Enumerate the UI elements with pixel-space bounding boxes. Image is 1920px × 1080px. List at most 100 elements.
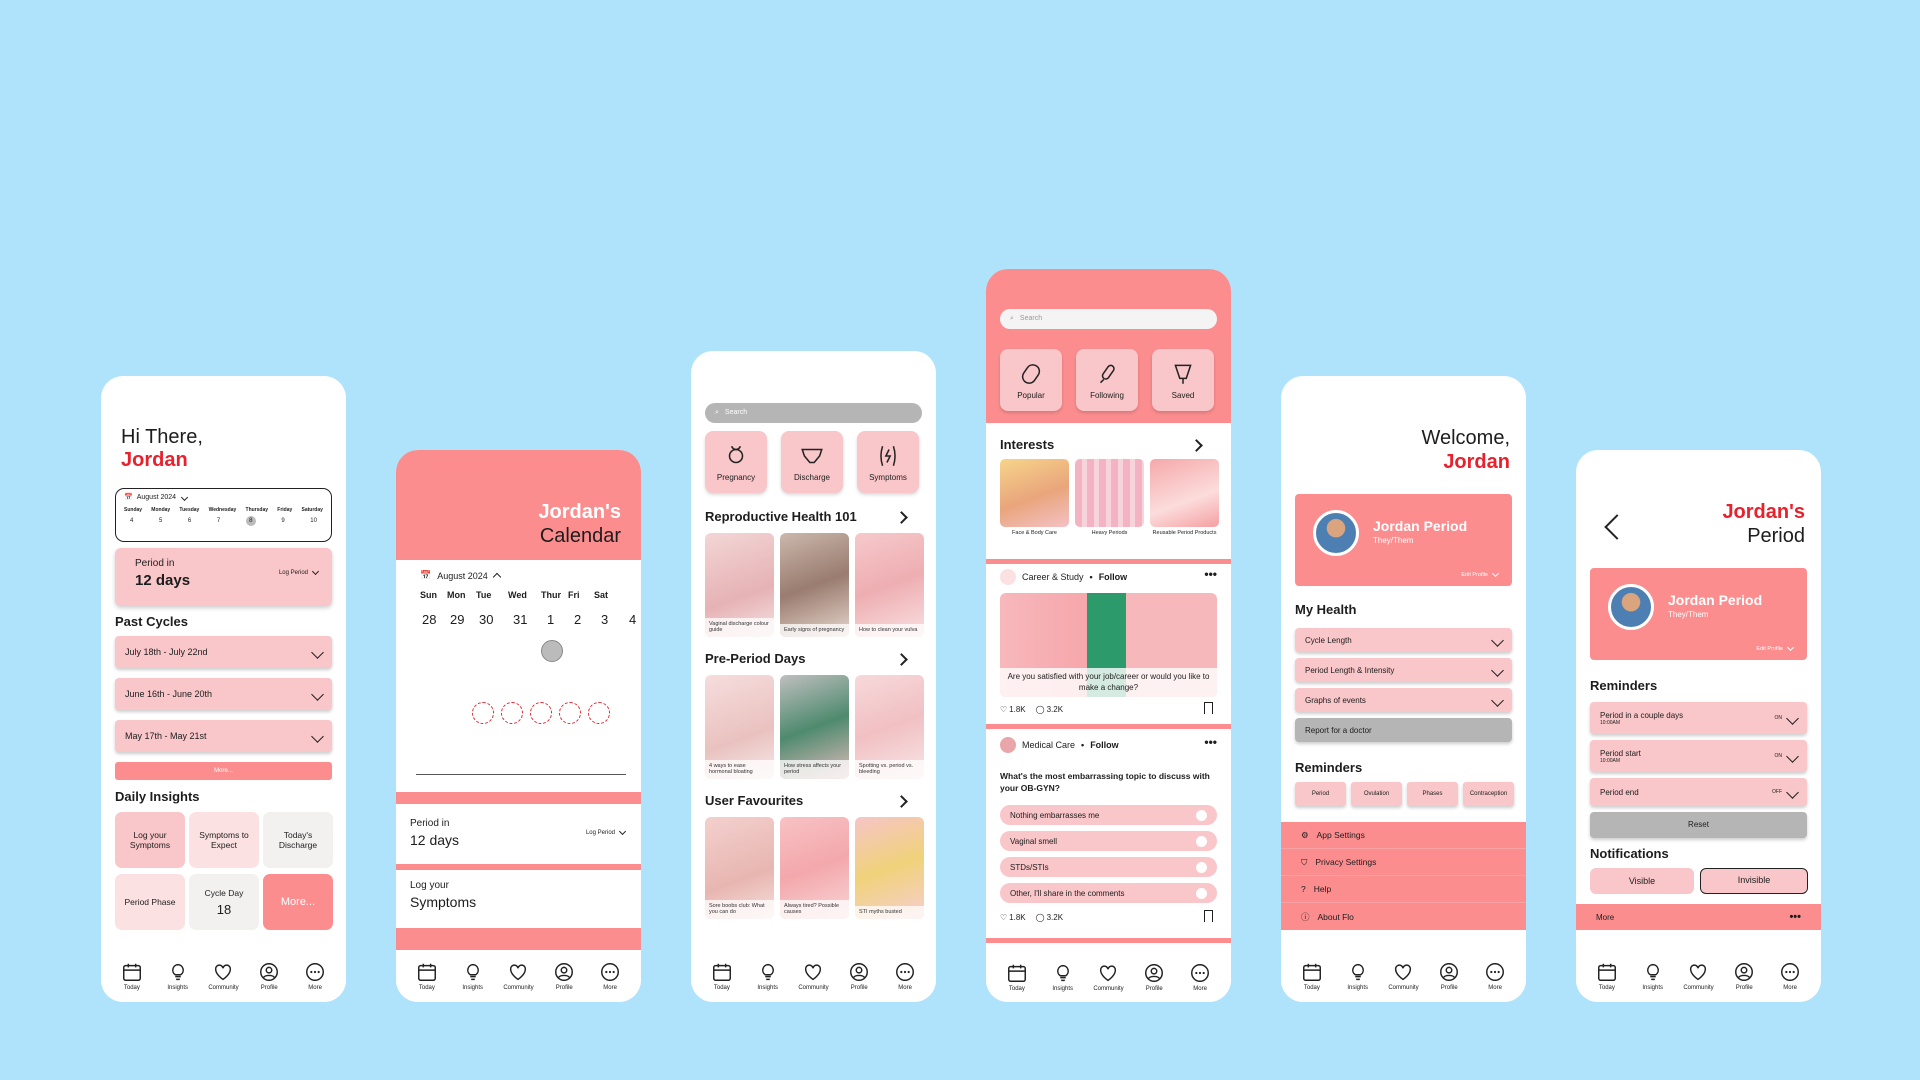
health-row[interactable]: Cycle Length [1295, 628, 1512, 652]
chevron-right-icon[interactable] [895, 653, 908, 666]
tab-more[interactable]: More [1770, 961, 1810, 991]
week-date[interactable]: 7 [217, 518, 220, 524]
category-discharge[interactable]: Discharge [781, 431, 843, 493]
radio-button[interactable] [1196, 835, 1207, 847]
tab-today[interactable]: Today [997, 962, 1037, 992]
interest-card[interactable]: Heavy Periods [1075, 459, 1144, 536]
week-date[interactable]: 9 [281, 518, 284, 524]
invisible-button[interactable]: Invisible [1700, 868, 1808, 894]
log-symptoms-button[interactable]: Log your Symptoms [410, 880, 476, 910]
tab-profile[interactable]: Profile [839, 961, 879, 991]
poll-option[interactable]: Other, I'll share in the comments [1000, 883, 1217, 903]
period-day-circle[interactable] [501, 702, 523, 724]
week-date[interactable]: 6 [188, 518, 191, 524]
tab-profile[interactable]: Profile [1134, 962, 1174, 992]
tab-today[interactable]: Today [1587, 961, 1627, 991]
profile-card[interactable]: Jordan Period They/Them Edit Profile [1295, 494, 1512, 586]
reminder-row[interactable]: Period end OFF [1590, 778, 1807, 806]
month-selector[interactable]: 📅 August 2024 [420, 570, 502, 582]
follow-button[interactable]: Follow [1090, 740, 1119, 750]
poll-option[interactable]: Nothing embarrasses me [1000, 805, 1217, 825]
post-card[interactable]: Are you satisfied with your job/career o… [1000, 593, 1217, 697]
menu-help[interactable]: ? Help [1281, 876, 1526, 903]
bookmark-icon[interactable] [1204, 702, 1213, 714]
interest-card[interactable]: Face & Body Care [1000, 459, 1069, 536]
tab-popular[interactable]: Popular [1000, 349, 1062, 411]
like-button[interactable]: ♡ 1.8K [1000, 913, 1026, 922]
post-group[interactable]: Medical Care [1022, 740, 1075, 750]
date-cell[interactable]: 29 [450, 612, 479, 627]
toggle-state[interactable]: ON [1775, 753, 1783, 759]
cycle-row[interactable]: July 18th - July 22nd [115, 636, 332, 668]
tab-community[interactable]: Community [498, 961, 538, 991]
search-input[interactable]: ⌕ Search [705, 403, 922, 423]
tab-insights[interactable]: Insights [748, 961, 788, 991]
comment-button[interactable]: ◯ 3.2K [1036, 913, 1063, 922]
tab-profile[interactable]: Profile [1429, 961, 1469, 991]
poll-option[interactable]: Vaginal smell [1000, 831, 1217, 851]
profile-card[interactable]: Jordan Period They/Them Edit Profile [1590, 568, 1807, 660]
interest-card[interactable]: Reusable Period Products [1150, 459, 1219, 536]
reminder-row[interactable]: Period in a couple days 10:00AM ON [1590, 702, 1807, 734]
article-card[interactable]: 4 ways to ease hormonal bloating [705, 675, 774, 779]
tab-community[interactable]: Community [1383, 961, 1423, 991]
tab-insights[interactable]: Insights [1043, 962, 1083, 992]
edit-profile-button[interactable]: Edit Profile [1756, 643, 1795, 652]
reminder-chip[interactable]: Contraception [1463, 782, 1514, 806]
more-cycles-button[interactable]: More... [115, 762, 332, 780]
reset-button[interactable]: Reset [1590, 812, 1807, 838]
more-options-icon[interactable]: ••• [1204, 735, 1217, 749]
article-card[interactable]: Vaginal discharge colour guide [705, 533, 774, 637]
tab-saved[interactable]: Saved [1152, 349, 1214, 411]
article-card[interactable]: Early signs of pregnancy [780, 533, 849, 637]
tab-today[interactable]: Today [1292, 961, 1332, 991]
tab-profile[interactable]: Profile [1724, 961, 1764, 991]
comment-button[interactable]: ◯ 3.2K [1036, 705, 1063, 714]
range-slider[interactable] [416, 774, 626, 775]
week-date-today[interactable]: 8 [245, 516, 256, 526]
edit-profile-button[interactable]: Edit Profile [1461, 569, 1500, 578]
tab-community[interactable]: Community [793, 961, 833, 991]
tab-insights[interactable]: Insights [453, 961, 493, 991]
insight-tile-symptoms-expect[interactable]: Symptoms to Expect [189, 812, 259, 868]
chevron-down-icon[interactable] [180, 493, 189, 501]
date-cell[interactable]: 4 [629, 612, 641, 627]
week-date[interactable]: 5 [159, 518, 162, 524]
toggle-state[interactable]: OFF [1772, 789, 1782, 795]
period-day-circle[interactable] [472, 702, 494, 724]
date-cell[interactable]: 31 [513, 612, 547, 627]
tab-today[interactable]: Today [112, 961, 152, 991]
week-date[interactable]: 4 [130, 518, 133, 524]
tab-profile[interactable]: Profile [249, 961, 289, 991]
more-options-icon[interactable]: ••• [1204, 567, 1217, 581]
period-countdown-card[interactable]: Period in 12 days Log Period [115, 548, 332, 606]
date-cell[interactable]: 30 [479, 612, 513, 627]
back-arrow-icon[interactable] [1604, 514, 1630, 540]
cycle-row[interactable]: June 16th - June 20th [115, 678, 332, 710]
tab-community[interactable]: Community [1088, 962, 1128, 992]
tab-following[interactable]: Following [1076, 349, 1138, 411]
period-day-circle[interactable] [559, 702, 581, 724]
reminder-chip[interactable]: Ovulation [1351, 782, 1402, 806]
tab-community[interactable]: Community [1678, 961, 1718, 991]
tab-more[interactable]: More [885, 961, 925, 991]
date-cell[interactable]: 2 [574, 612, 601, 627]
tab-profile[interactable]: Profile [544, 961, 584, 991]
menu-privacy-settings[interactable]: ⛉ Privacy Settings [1281, 849, 1526, 876]
tab-today[interactable]: Today [407, 961, 447, 991]
insight-tile-log-symptoms[interactable]: Log your Symptoms [115, 812, 185, 868]
week-date[interactable]: 10 [310, 518, 317, 524]
article-card[interactable]: STI myths busted [855, 817, 924, 919]
period-day-circle[interactable] [588, 702, 610, 724]
search-input[interactable]: ⌕ Search [1000, 309, 1217, 329]
insight-tile-discharge[interactable]: Today's Discharge [263, 812, 333, 868]
post-group[interactable]: Career & Study [1022, 572, 1084, 582]
health-row[interactable]: Period Length & Intensity [1295, 658, 1512, 682]
like-button[interactable]: ♡ 1.8K [1000, 705, 1026, 714]
health-row[interactable]: Graphs of events [1295, 688, 1512, 712]
tab-more[interactable]: More [1180, 962, 1220, 992]
week-strip[interactable]: 📅 August 2024 Sunday Monday Tuesday Wedn… [115, 488, 332, 542]
tab-insights[interactable]: Insights [1338, 961, 1378, 991]
article-card[interactable]: Spotting vs. period vs. bleeding [855, 675, 924, 779]
date-cell[interactable]: 1 [547, 612, 574, 627]
